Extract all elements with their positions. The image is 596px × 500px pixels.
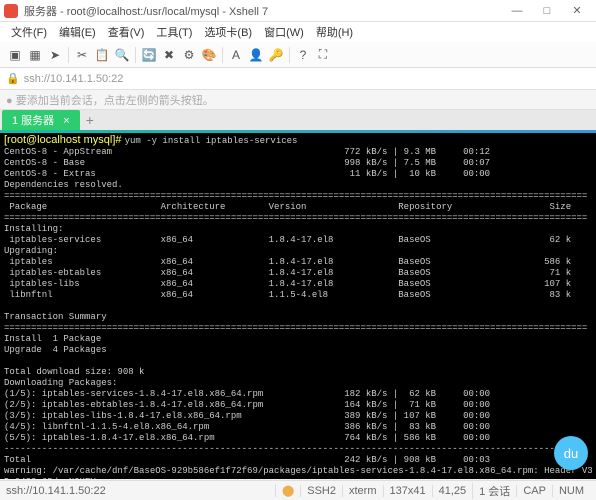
menu-item[interactable]: 文件(F) <box>6 24 52 40</box>
menu-bar: 文件(F)编辑(E)查看(V)工具(T)选项卡(B)窗口(W)帮助(H) <box>0 22 596 42</box>
user-icon[interactable]: 👤 <box>247 46 265 64</box>
status-bar: ssh://10.141.1.50:22 ⬤ SSH2 xterm 137x41… <box>0 480 596 500</box>
tab-label: 1 服务器 <box>12 115 54 127</box>
terminal-output[interactable]: [root@localhost mysql]# yum -y install i… <box>0 133 596 479</box>
app-logo-icon <box>4 4 18 18</box>
help-icon[interactable]: ? <box>294 46 312 64</box>
color-icon[interactable]: 🎨 <box>200 46 218 64</box>
address-url: ssh://10.141.1.50:22 <box>24 73 124 85</box>
minimize-button[interactable]: — <box>502 5 532 17</box>
toolbar-separator <box>289 47 290 63</box>
toolbar: ▣▦➤ ✂📋🔍 🔄✖⚙🎨 A👤🔑?⛶ <box>0 42 596 68</box>
status-ssh: SSH2 <box>300 485 342 497</box>
hint-text: ● 要添加当前会话，点击左侧的箭头按钮。 <box>6 92 214 108</box>
status-connection: ssh://10.141.1.50:22 <box>6 485 106 497</box>
title-bar: 服务器 - root@localhost:/usr/local/mysql - … <box>0 0 596 22</box>
toolbar-separator <box>222 47 223 63</box>
status-term: xterm <box>342 485 383 497</box>
full-screen-icon[interactable]: ⛶ <box>314 46 332 64</box>
paste-icon[interactable]: 📋 <box>93 46 111 64</box>
font-icon[interactable]: A <box>227 46 245 64</box>
session-tab[interactable]: 1 服务器 × <box>2 110 80 130</box>
maximize-button[interactable]: □ <box>532 5 562 17</box>
copy-icon[interactable]: ✂ <box>73 46 91 64</box>
key-icon[interactable]: 🔑 <box>267 46 285 64</box>
session-tab-bar: 1 服务器 × + <box>0 110 596 130</box>
menu-item[interactable]: 查看(V) <box>103 24 150 40</box>
toolbar-separator <box>135 47 136 63</box>
menu-item[interactable]: 选项卡(B) <box>199 24 257 40</box>
tab-close-icon[interactable]: × <box>63 115 69 127</box>
hint-bar: ● 要添加当前会话，点击左侧的箭头按钮。 <box>0 90 596 110</box>
menu-item[interactable]: 工具(T) <box>151 24 197 40</box>
close-button[interactable]: ✕ <box>562 4 592 17</box>
menu-item[interactable]: 编辑(E) <box>54 24 101 40</box>
ssh-icon: ⬤ <box>275 484 300 497</box>
window-title: 服务器 - root@localhost:/usr/local/mysql - … <box>24 3 502 19</box>
address-bar[interactable]: 🔒 ssh://10.141.1.50:22 <box>0 68 596 90</box>
status-pos: 41,25 <box>432 485 473 497</box>
lock-icon: 🔒 <box>6 72 20 85</box>
status-cap: CAP <box>516 485 552 497</box>
new-session-icon[interactable]: ▣ <box>6 46 24 64</box>
status-size: 137x41 <box>383 485 432 497</box>
reconnect-icon[interactable]: 🔄 <box>140 46 158 64</box>
disconnect-icon[interactable]: ✖ <box>160 46 178 64</box>
open-icon[interactable]: ▦ <box>26 46 44 64</box>
status-session: 1 会话 <box>472 483 516 499</box>
send-icon[interactable]: ➤ <box>46 46 64 64</box>
add-tab-button[interactable]: + <box>80 112 100 128</box>
toolbar-separator <box>68 47 69 63</box>
float-assist-button[interactable]: du <box>554 436 588 470</box>
search-icon[interactable]: 🔍 <box>113 46 131 64</box>
status-num: NUM <box>552 485 590 497</box>
menu-item[interactable]: 窗口(W) <box>259 24 309 40</box>
properties-icon[interactable]: ⚙ <box>180 46 198 64</box>
menu-item[interactable]: 帮助(H) <box>311 24 358 40</box>
